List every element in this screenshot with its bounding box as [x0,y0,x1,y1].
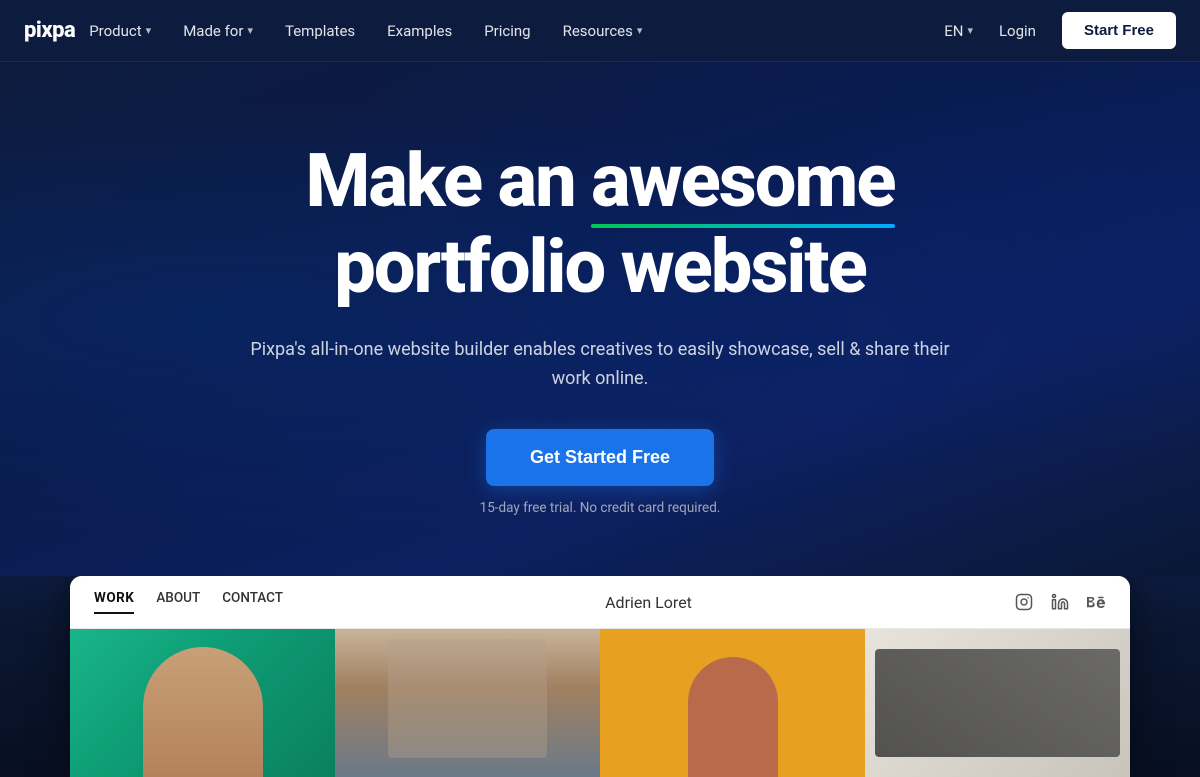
chevron-down-icon: ▾ [637,24,643,37]
trial-text: 15-day free trial. No credit card requir… [480,500,721,516]
portfolio-image-3 [600,629,865,777]
preview-site-name: Adrien Loret [283,593,1014,612]
preview-nav-about[interactable]: ABOUT [156,590,200,614]
preview-nav-right [1014,592,1106,612]
hero-section: Make an awesome portfolio website Pixpa'… [0,62,1200,576]
portfolio-image-2 [335,629,600,777]
nav-right: EN ▾ Login Start Free [944,12,1176,49]
chevron-down-icon: ▾ [146,24,152,37]
hero-awesome-word: awesome [591,142,894,228]
instagram-icon[interactable] [1014,592,1034,612]
start-free-button[interactable]: Start Free [1062,12,1176,49]
nav-item-resources[interactable]: Resources ▾ [549,14,657,48]
linkedin-icon[interactable] [1050,592,1070,612]
preview-section: WORK ABOUT CONTACT Adrien Loret [0,576,1200,777]
preview-navbar: WORK ABOUT CONTACT Adrien Loret [70,576,1130,629]
chevron-down-icon: ▾ [967,24,973,37]
nav-item-examples[interactable]: Examples [373,14,466,48]
portfolio-grid [70,629,1130,777]
logo[interactable]: pixpa [24,18,75,43]
navbar: pixpa Product ▾ Made for ▾ Templates Exa… [0,0,1200,62]
preview-card: WORK ABOUT CONTACT Adrien Loret [70,576,1130,777]
nav-links: Product ▾ Made for ▾ Templates Examples … [75,14,944,48]
login-button[interactable]: Login [985,14,1050,48]
preview-nav-left: WORK ABOUT CONTACT [94,590,283,614]
hero-subtext: Pixpa's all-in-one website builder enabl… [250,336,950,394]
nav-item-pricing[interactable]: Pricing [470,14,544,48]
nav-item-templates[interactable]: Templates [271,14,369,48]
chevron-down-icon: ▾ [247,24,253,37]
hero-headline: Make an awesome portfolio website [306,142,895,308]
preview-nav-contact[interactable]: CONTACT [222,590,283,614]
get-started-free-button[interactable]: Get Started Free [486,429,714,486]
portfolio-image-4 [865,629,1130,777]
portfolio-image-1 [70,629,335,777]
language-selector[interactable]: EN ▾ [944,22,973,40]
nav-item-made-for[interactable]: Made for ▾ [169,14,267,48]
nav-item-product[interactable]: Product ▾ [75,14,165,48]
preview-nav-work[interactable]: WORK [94,590,134,614]
behance-icon[interactable] [1086,592,1106,612]
